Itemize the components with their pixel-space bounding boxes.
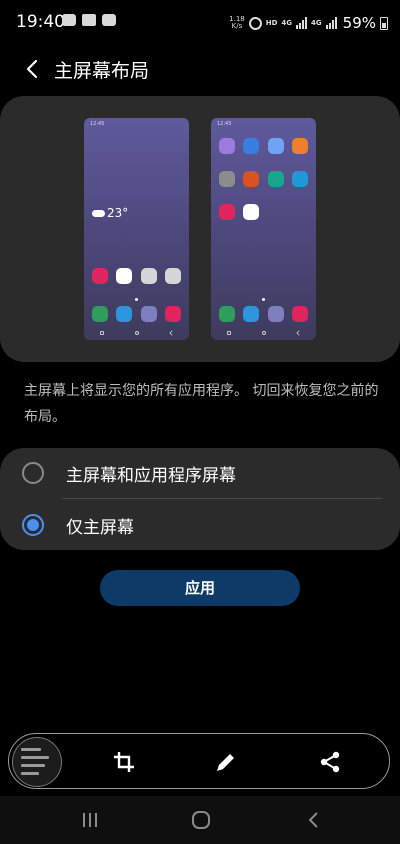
radio-checked[interactable] [22,514,44,536]
net-speed: 1.18 K/s [229,15,245,30]
share-button[interactable] [316,748,344,776]
home-icon [192,811,210,829]
mini-nav-bar [84,329,189,337]
app-icon [219,171,235,187]
preview-home-only: 12:45 [211,118,316,340]
layout-options: 主屏幕和应用程序屏幕 仅主屏幕 [0,448,400,550]
app-icon [141,306,157,322]
preview-home-and-apps: 12:45 23° [84,118,189,340]
app-icon [165,268,181,284]
app-icon [165,306,181,322]
app-icon [116,268,132,284]
status-bar: 19:40 1.18 K/s HD 4G 4G 59% [0,0,400,44]
back-nav-button[interactable] [300,808,328,832]
apply-button[interactable]: 应用 [100,570,300,606]
navigation-bar [0,796,400,844]
app-icon [243,171,259,187]
battery-icon [380,16,388,30]
phone-time: 12:45 [90,121,105,127]
app-icon [268,306,284,322]
page-indicator [262,298,265,301]
divider [62,498,382,499]
status-time: 19:40 [16,12,65,32]
alarm-icon [248,16,262,30]
cloud-icon [92,209,105,217]
crop-button[interactable] [110,748,138,776]
chevron-left-icon [26,59,38,79]
page-indicator [135,298,138,301]
pencil-icon [217,754,234,771]
radio-unchecked[interactable] [22,462,44,484]
app-icon [292,171,308,187]
mini-nav-bar [211,329,316,337]
wechat-icon [62,14,76,26]
recent-apps-icon [83,813,97,827]
weather-widget: 23° [92,206,128,220]
screenshot-toolbar [8,733,390,789]
network-type-1: 4G [281,19,293,27]
app-icon [219,204,235,220]
status-right: 1.18 K/s HD 4G 4G 59% [229,14,388,32]
header: 主屏幕布局 [0,44,400,94]
app-icon [292,138,308,154]
app-icon [268,171,284,187]
network-type-2: 4G [311,19,322,27]
crop-icon [114,752,134,772]
option-label: 主屏幕和应用程序屏幕 [66,466,236,486]
app-icon [116,306,132,322]
page-title: 主屏幕布局 [54,60,150,82]
notification-icons [62,14,116,26]
image-icon [82,14,96,26]
phone-time: 12:45 [217,121,232,127]
back-arrow-icon [308,812,318,828]
back-button[interactable] [18,54,48,84]
battery-percent: 59% [342,14,376,32]
recent-apps-button[interactable] [76,808,104,832]
app-icon [92,306,108,322]
layout-description: 主屏幕上将显示您的所有应用程序。 切回来恢复您之前的布局。 [24,383,379,425]
home-button[interactable] [187,808,215,832]
draw-button[interactable] [212,748,240,776]
share-icon [320,751,340,773]
app-icon [268,138,284,154]
app-icon [92,268,108,284]
signal-icon [296,17,308,29]
layout-preview-card: 12:45 23° 12:45 [0,96,400,362]
app-icon [243,306,259,322]
app-icon [243,204,259,220]
option-home-only[interactable]: 仅主屏幕 [0,500,400,550]
option-label: 仅主屏幕 [66,518,134,538]
wechat-icon [102,14,116,26]
app-icon [219,306,235,322]
screenshot-thumbnail[interactable] [12,737,62,787]
signal-icon [325,17,337,29]
app-icon [219,138,235,154]
app-icon [292,306,308,322]
hd-label: HD [265,19,278,27]
weather-temp: 23° [107,206,129,220]
option-home-and-apps[interactable]: 主屏幕和应用程序屏幕 [0,448,400,498]
app-icon [141,268,157,284]
app-icon [243,138,259,154]
